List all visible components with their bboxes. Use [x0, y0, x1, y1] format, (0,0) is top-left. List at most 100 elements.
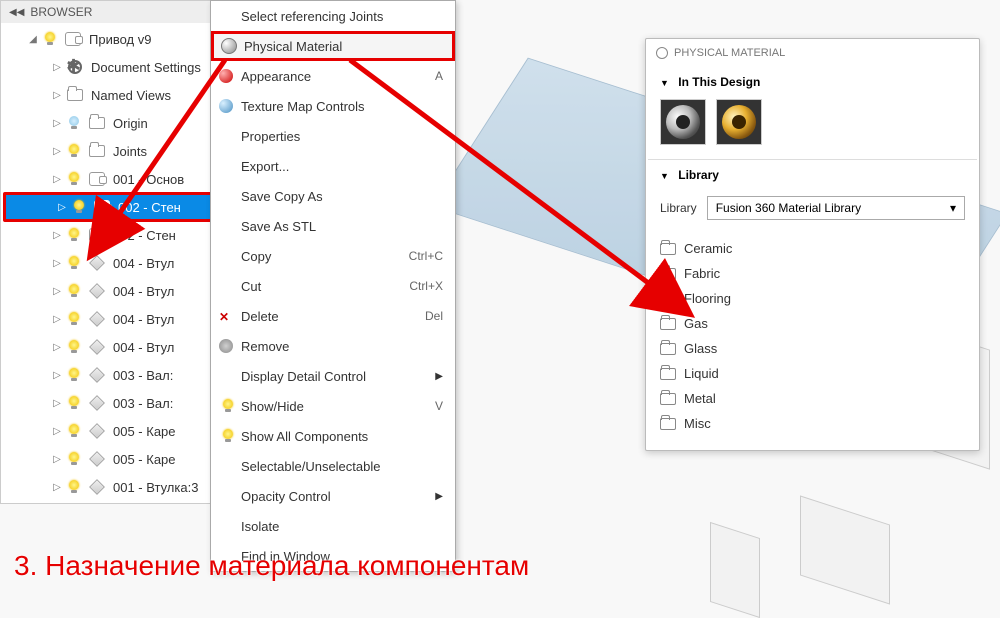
menu-save-stl[interactable]: Save As STL: [211, 211, 455, 241]
tree-item-views[interactable]: ▷ Named Views: [1, 81, 219, 109]
tree-label: Привод v9: [89, 32, 151, 47]
chevron-right-icon[interactable]: ▷: [51, 454, 63, 465]
folder-ceramic[interactable]: Ceramic: [660, 236, 965, 261]
chevron-down-icon: ▾: [950, 201, 956, 215]
menu-select-referencing[interactable]: Select referencing Joints: [211, 1, 455, 31]
lightbulb-icon[interactable]: [66, 115, 82, 131]
chevron-right-icon[interactable]: ▷: [51, 286, 63, 297]
lightbulb-icon[interactable]: [42, 31, 58, 47]
menu-remove[interactable]: Remove: [211, 331, 455, 361]
chevron-right-icon[interactable]: ▷: [51, 90, 63, 101]
chevron-right-icon[interactable]: ▷: [51, 426, 63, 437]
collapse-icon[interactable]: ◀◀: [9, 7, 24, 18]
tree-item[interactable]: ▷ 005 - Каре: [1, 445, 219, 473]
lightbulb-icon[interactable]: [66, 283, 82, 299]
lightbulb-icon[interactable]: [66, 423, 82, 439]
chevron-right-icon[interactable]: ▷: [51, 258, 63, 269]
menu-label: Remove: [241, 339, 289, 354]
material-swatch-steel[interactable]: [660, 99, 706, 145]
material-sphere-icon: [220, 37, 238, 55]
shortcut: Ctrl+X: [409, 279, 443, 293]
chevron-right-icon[interactable]: ▷: [51, 398, 63, 409]
tree-item[interactable]: ▷ 003 - Вал:: [1, 361, 219, 389]
tree-item[interactable]: ▷ 004 - Втул: [1, 333, 219, 361]
menu-save-copy[interactable]: Save Copy As: [211, 181, 455, 211]
tree-item[interactable]: ▷ 003 - Вал:: [1, 389, 219, 417]
tree-item[interactable]: ▷ 001 - Основ: [1, 165, 219, 193]
lightbulb-icon[interactable]: [66, 255, 82, 271]
chevron-right-icon[interactable]: ▷: [51, 370, 63, 381]
library-dropdown[interactable]: Fusion 360 Material Library ▾: [707, 196, 965, 220]
menu-label: Appearance: [241, 69, 311, 84]
folder-glass[interactable]: Glass: [660, 336, 965, 361]
menu-texture-map[interactable]: Texture Map Controls: [211, 91, 455, 121]
lightbulb-icon[interactable]: [66, 395, 82, 411]
lightbulb-icon[interactable]: [66, 339, 82, 355]
folder-metal[interactable]: Metal: [660, 386, 965, 411]
tree-item[interactable]: ▷ 002 - Стен: [1, 221, 219, 249]
lightbulb-icon[interactable]: [71, 199, 87, 215]
menu-opacity[interactable]: Opacity Control ▶: [211, 481, 455, 511]
menu-appearance[interactable]: Appearance A: [211, 61, 455, 91]
tree-item[interactable]: ▷ 001 - Втулка:3: [1, 473, 219, 501]
library-label: Library: [660, 201, 697, 215]
tree-root[interactable]: ◢ Привод v9: [1, 25, 219, 53]
menu-cut[interactable]: Cut Ctrl+X: [211, 271, 455, 301]
chevron-right-icon[interactable]: ▷: [56, 202, 68, 213]
lightbulb-icon[interactable]: [66, 171, 82, 187]
menu-label: Cut: [241, 279, 261, 294]
tree-item-docset[interactable]: ▷ Document Settings: [1, 53, 219, 81]
menu-show-all[interactable]: Show All Components: [211, 421, 455, 451]
component-icon: [88, 170, 106, 188]
menu-label: Properties: [241, 129, 300, 144]
section-in-design[interactable]: In This Design: [646, 67, 979, 97]
section-library[interactable]: Library: [646, 160, 979, 190]
menu-showhide[interactable]: Show/Hide V: [211, 391, 455, 421]
folder-liquid[interactable]: Liquid: [660, 361, 965, 386]
folder-icon: [660, 393, 676, 405]
chevron-right-icon[interactable]: ▷: [51, 174, 63, 185]
remove-icon: [217, 337, 235, 355]
lightbulb-icon[interactable]: [66, 227, 82, 243]
cube-icon: [88, 478, 106, 496]
folder-gas[interactable]: Gas: [660, 311, 965, 336]
tree-item[interactable]: ▷ 005 - Каре: [1, 417, 219, 445]
folder-fabric[interactable]: Fabric: [660, 261, 965, 286]
folder-flooring[interactable]: Flooring: [660, 286, 965, 311]
panel-header[interactable]: PHYSICAL MATERIAL: [646, 39, 979, 67]
lightbulb-icon[interactable]: [66, 451, 82, 467]
chevron-right-icon[interactable]: ▷: [51, 118, 63, 129]
tree-item-selected[interactable]: ▷ 002 - Стен: [3, 192, 217, 222]
menu-properties[interactable]: Properties: [211, 121, 455, 151]
browser-header[interactable]: ◀◀ BROWSER: [1, 1, 219, 23]
tree-item[interactable]: ▷ 004 - Втул: [1, 277, 219, 305]
lightbulb-icon[interactable]: [66, 143, 82, 159]
menu-selectable[interactable]: Selectable/Unselectable: [211, 451, 455, 481]
menu-display-detail[interactable]: Display Detail Control ▶: [211, 361, 455, 391]
folder-icon: [660, 243, 676, 255]
chevron-right-icon[interactable]: ▷: [51, 482, 63, 493]
menu-delete[interactable]: Delete Del: [211, 301, 455, 331]
menu-isolate[interactable]: Isolate: [211, 511, 455, 541]
tree-item-origin[interactable]: ▷ Origin: [1, 109, 219, 137]
material-swatch-brass[interactable]: [716, 99, 762, 145]
menu-copy[interactable]: Copy Ctrl+C: [211, 241, 455, 271]
chevron-right-icon[interactable]: ▷: [51, 62, 63, 73]
tree-label: 004 - Втул: [113, 312, 174, 327]
menu-label: Show All Components: [241, 429, 368, 444]
menu-export[interactable]: Export...: [211, 151, 455, 181]
chevron-right-icon[interactable]: ▷: [51, 342, 63, 353]
texture-icon: [217, 97, 235, 115]
tree-item-joints[interactable]: ▷ Joints: [1, 137, 219, 165]
chevron-right-icon[interactable]: ▷: [51, 146, 63, 157]
chevron-down-icon[interactable]: ◢: [27, 34, 39, 45]
tree-item[interactable]: ▷ 004 - Втул: [1, 249, 219, 277]
folder-misc[interactable]: Misc: [660, 411, 965, 436]
lightbulb-icon[interactable]: [66, 311, 82, 327]
chevron-right-icon[interactable]: ▷: [51, 230, 63, 241]
lightbulb-icon[interactable]: [66, 367, 82, 383]
menu-physical-material[interactable]: Physical Material: [211, 31, 455, 61]
chevron-right-icon[interactable]: ▷: [51, 314, 63, 325]
lightbulb-icon[interactable]: [66, 479, 82, 495]
tree-item[interactable]: ▷ 004 - Втул: [1, 305, 219, 333]
